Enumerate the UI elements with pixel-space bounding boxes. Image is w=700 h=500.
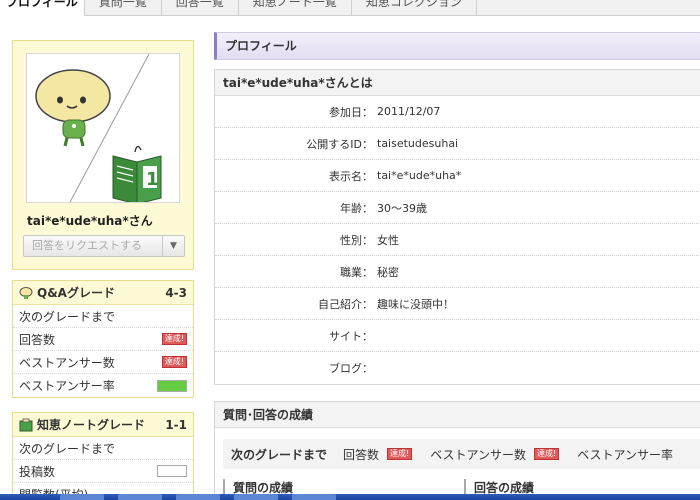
achieved-badge: 達成! (161, 356, 187, 368)
qa-grade-level: 4-3 (165, 285, 187, 300)
stats-next-grade-row: 次のグレードまで 回答数 達成! ベストアンサー数 達成! ベストアンサー率 (223, 439, 700, 469)
info-row-occupation: 職業： 秘密 (215, 256, 700, 288)
progress-bar (157, 379, 187, 392)
info-key: 性別： (340, 233, 373, 247)
info-row-self-intro: 自己紹介： 趣味に没頭中！ (215, 288, 700, 320)
stats-heading: 質問･回答の成績 (215, 402, 700, 428)
info-row-join-date: 参加日： 2011/12/07 (215, 96, 700, 128)
note-post-count-label: 投稿数 (19, 464, 56, 479)
top-tabs: プロフィール 質問一覧 回答一覧 知恵ノート一覧 知恵コレクション (0, 0, 700, 16)
qa-answer-count-label: 回答数 (19, 332, 56, 347)
chevron-down-icon[interactable]: ▼ (162, 236, 184, 256)
svg-text:1: 1 (146, 169, 159, 190)
stats-best-label: ベストアンサー数 (430, 447, 527, 462)
info-key: ブログ： (329, 362, 373, 375)
profile-nickname: tai*e*ude*uha*さん (27, 214, 153, 228)
main-content: プロフィール tai*e*ude*uha*さんとは 参加日： 2011/12/0… (214, 32, 700, 500)
info-key: 公開するID： (306, 137, 373, 151)
tab-profile[interactable]: プロフィール (0, 0, 85, 16)
info-key: 職業： (340, 265, 373, 279)
taskbar-button[interactable] (234, 494, 278, 500)
progress-fill (158, 380, 186, 391)
taskbar-button[interactable] (60, 494, 104, 500)
note-grade-level: 1-1 (165, 417, 187, 432)
achieved-badge: 達成! (161, 333, 187, 345)
info-value: 30〜39歳 (377, 201, 427, 215)
tab-notes[interactable]: 知恵ノート一覧 (239, 0, 352, 16)
qa-best-answer-rate-label: ベストアンサー率 (19, 379, 115, 393)
qa-grade-title: Q&Aグレード (37, 286, 115, 300)
request-answer-button[interactable]: 回答をリクエストする ▼ (23, 235, 185, 257)
taskbar (0, 494, 700, 500)
qa-grade-header: Q&Aグレード 4-3 (13, 281, 193, 305)
info-value: 趣味に没頭中！ (377, 297, 454, 311)
taskbar-button[interactable] (118, 494, 162, 500)
qa-next-grade-label: 次のグレードまで (19, 309, 116, 324)
achieved-badge: 達成! (387, 448, 413, 460)
info-value: 2011/12/07 (377, 105, 441, 118)
stats-next-grade-label: 次のグレードまで (231, 447, 328, 462)
note-grade-header: 知恵ノートグレード 1-1 (13, 413, 193, 437)
note-post-count-row: 投稿数 (13, 460, 193, 483)
info-key: サイト： (329, 329, 373, 343)
info-row-display-name: 表示名： tai*e*ude*uha* (215, 160, 700, 192)
taskbar-button[interactable] (292, 494, 336, 500)
avatar: 1 (26, 53, 180, 203)
qa-grade-box: Q&Aグレード 4-3 次のグレードまで 回答数 達成! ベストアンサー数 達成… (12, 280, 194, 398)
info-row-public-id: 公開するID： taisetudesuhai (215, 128, 700, 160)
qa-answer-count-row: 回答数 達成! (13, 328, 193, 351)
progress-bar (157, 465, 187, 477)
qa-best-answer-count-row: ベストアンサー数 達成! (13, 351, 193, 374)
profile-info-heading: tai*e*ude*uha*さんとは (215, 70, 700, 96)
info-row-blog: ブログ： (215, 352, 700, 384)
qa-best-answer-count-label: ベストアンサー数 (19, 355, 115, 370)
note-next-grade-row: 次のグレードまで (13, 437, 193, 460)
tab-answers[interactable]: 回答一覧 (162, 0, 239, 16)
info-key: 自己紹介： (318, 297, 373, 311)
note-grade-box: 知恵ノートグレード 1-1 次のグレードまで 投稿数 閲覧数(平均) (12, 412, 194, 500)
info-value: 秘密 (377, 265, 399, 279)
note-next-grade-label: 次のグレードまで (19, 441, 116, 456)
profile-card: 1 tai*e*ude*uha*さん 回答をリクエストする ▼ (12, 40, 194, 270)
qa-next-grade-row: 次のグレードまで (13, 305, 193, 328)
info-value: 女性 (377, 233, 399, 247)
tab-questions[interactable]: 質問一覧 (85, 0, 162, 16)
left-column: 1 tai*e*ude*uha*さん 回答をリクエストする ▼ Q&Aグレード … (12, 40, 194, 500)
profile-info-box: tai*e*ude*uha*さんとは 参加日： 2011/12/07 公開するI… (214, 69, 700, 385)
avatar-illustration: 1 (35, 54, 162, 202)
stats-box: 質問･回答の成績 次のグレードまで 回答数 達成! ベストアンサー数 達成! ベ… (214, 401, 700, 500)
mushroom-icon (19, 286, 33, 299)
page-title: プロフィール (214, 32, 700, 60)
tab-collections[interactable]: 知恵コレクション (352, 0, 477, 16)
info-row-age: 年齢： 30〜39歳 (215, 192, 700, 224)
info-row-gender: 性別： 女性 (215, 224, 700, 256)
request-answer-label: 回答をリクエストする (32, 239, 142, 252)
taskbar-button[interactable] (176, 494, 220, 500)
info-row-site: サイト： (215, 320, 700, 352)
info-key: 年齢： (340, 201, 373, 215)
achieved-badge: 達成! (534, 448, 560, 460)
info-value: taisetudesuhai (377, 137, 459, 150)
note-book-icon (19, 418, 33, 431)
qa-best-answer-rate-row: ベストアンサー率 (13, 374, 193, 397)
info-value: tai*e*ude*uha* (377, 169, 462, 182)
stats-answers-label: 回答数 (343, 447, 380, 462)
note-grade-title: 知恵ノートグレード (37, 418, 146, 432)
stats-rate-label: ベストアンサー率 (577, 447, 673, 462)
info-key: 表示名： (329, 169, 373, 183)
info-key: 参加日： (329, 105, 373, 119)
